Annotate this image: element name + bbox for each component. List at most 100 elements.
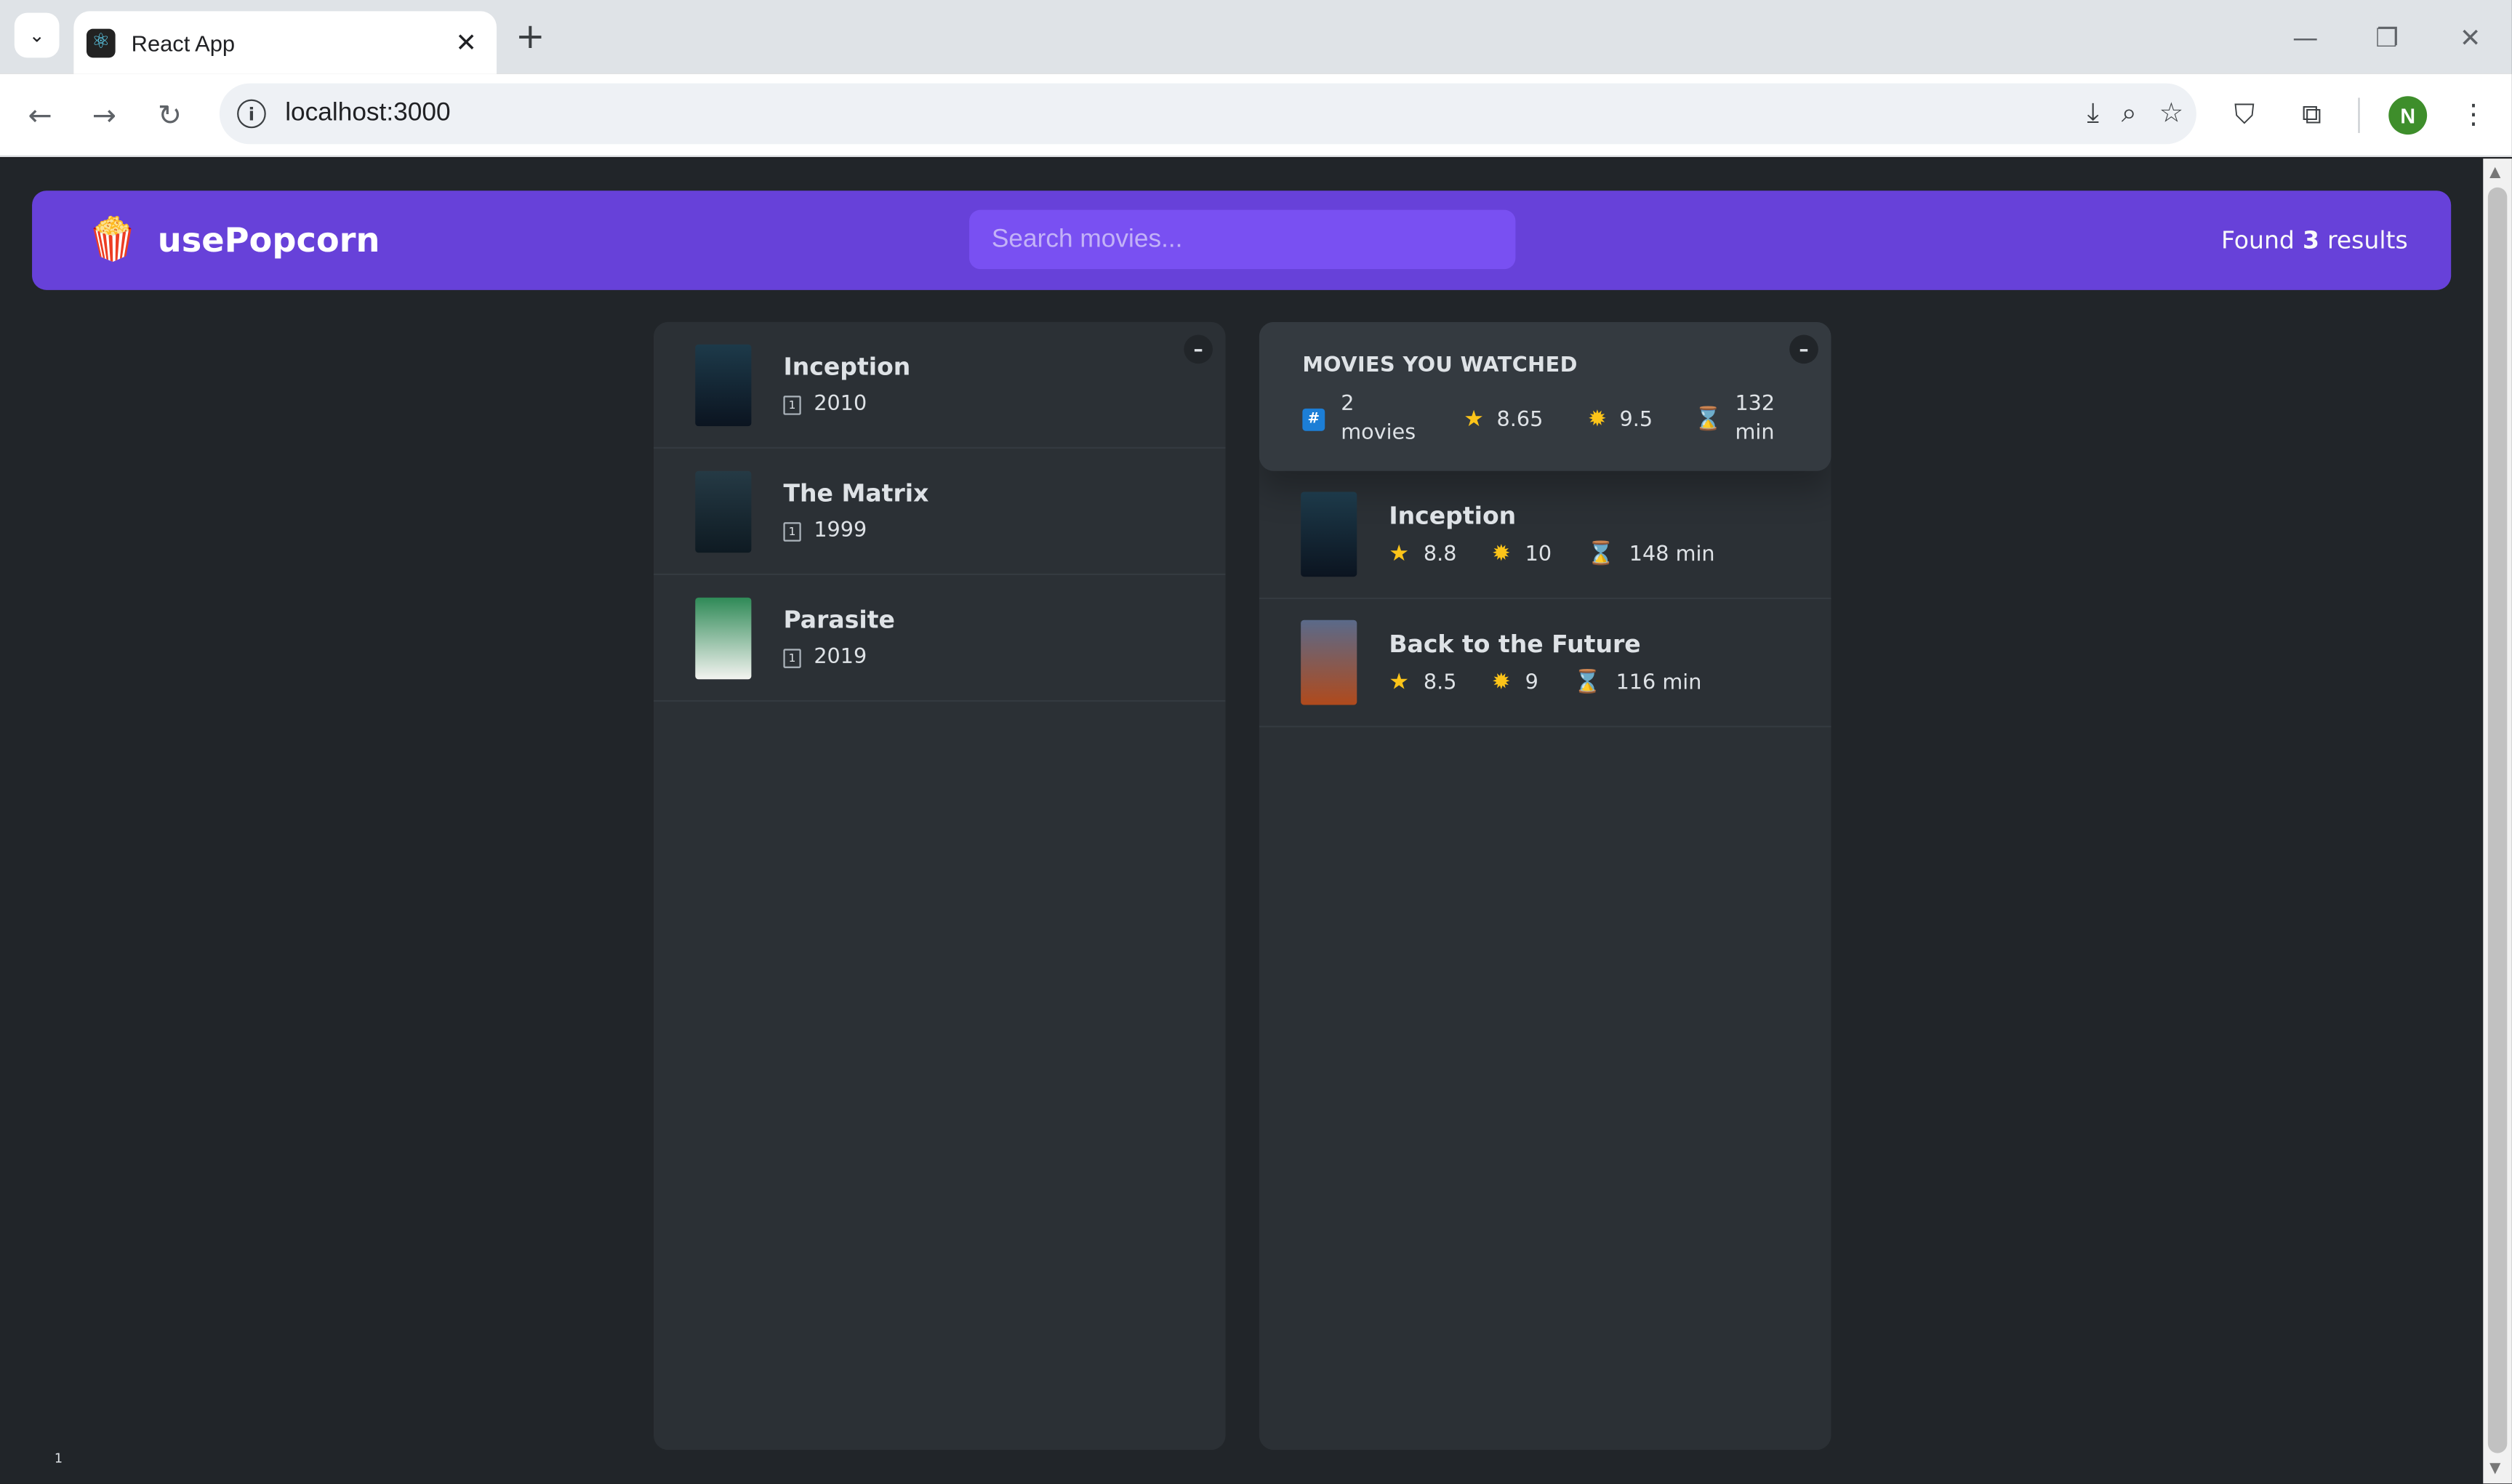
runtime: 116 min	[1616, 670, 1702, 695]
movie-list-box: – Inception 1 2010 The Matrix 1 1999 Parasite 1…	[653, 321, 1226, 1451]
corner-marker: 1	[54, 1451, 63, 1467]
hourglass-icon: ⌛	[1586, 541, 1615, 568]
watched-movie-stats: ★ 8.8 ✹ 10 ⌛ 148 min	[1389, 542, 1750, 567]
address-bar[interactable]: i localhost:3000 ⤓ ⌕ ☆	[219, 83, 2196, 145]
movie-poster	[695, 343, 752, 426]
movie-poster	[695, 470, 752, 553]
watched-list: Inception ★ 8.8 ✹ 10 ⌛ 148 min Back to the Futu…	[1259, 471, 1831, 728]
popcorn-icon: 🍿	[86, 216, 139, 265]
imdb-rating: 8.8	[1423, 542, 1457, 566]
hash-icon: #	[1302, 408, 1325, 431]
movie-year-row: 1 2010	[783, 393, 910, 417]
extensions-puzzle-icon[interactable]: ⧉	[2290, 93, 2335, 138]
movie-poster	[695, 596, 752, 679]
movie-year: 2010	[814, 392, 867, 417]
app-navbar: 🍿 usePopcorn Found 3 results	[32, 190, 2452, 290]
restore-icon[interactable]: ❐	[2350, 13, 2423, 61]
sun-icon: ✹	[1491, 541, 1511, 568]
movie-poster	[1301, 492, 1357, 577]
watched-movie-info: Inception ★ 8.8 ✹ 10 ⌛ 148 min	[1389, 502, 1750, 567]
tab-title: React App	[131, 29, 236, 56]
watched-movie-item[interactable]: Inception ★ 8.8 ✹ 10 ⌛ 148 min	[1259, 471, 1831, 600]
avg-user-rating: 9.5	[1619, 407, 1653, 432]
runtime: 148 min	[1629, 542, 1715, 566]
star-icon: ★	[1464, 406, 1484, 433]
new-tab-button[interactable]: +	[510, 16, 551, 57]
scroll-down-arrow-icon[interactable]: ▼	[2489, 1461, 2500, 1477]
back-arrow-icon[interactable]: ←	[17, 93, 63, 138]
collapse-movie-list-button[interactable]: –	[1184, 334, 1213, 364]
movie-list-item[interactable]: Inception 1 2010	[653, 322, 1226, 449]
page-content: 🍿 usePopcorn Found 3 results – Inception…	[0, 159, 2484, 1484]
movie-list-item[interactable]: Parasite 1 2019	[653, 575, 1226, 702]
shield-icon[interactable]: ⛉	[2222, 93, 2267, 138]
forward-arrow-icon[interactable]: →	[81, 93, 127, 138]
summary-stats: # 2 movies ★ 8.65 ✹ 9.5 ⌛ 132 min	[1302, 391, 1788, 449]
stat-runtime: ⌛ 148 min	[1587, 542, 1715, 567]
summary-title: MOVIES YOU WATCHED	[1302, 353, 1578, 379]
movie-title: Parasite	[783, 605, 895, 635]
close-tab-icon[interactable]: ✕	[449, 25, 483, 60]
watched-box: – MOVIES YOU WATCHED # 2 movies ★ 8.65 ✹ …	[1259, 321, 1831, 1451]
bookmark-star-icon[interactable]: ☆	[2159, 97, 2184, 129]
watched-movie-title: Back to the Future	[1389, 629, 1641, 659]
browser-tab[interactable]: ⚛ React App ✕	[73, 11, 497, 74]
movie-info: Parasite 1 2019	[783, 605, 895, 670]
scroll-thumb[interactable]	[2487, 187, 2508, 1453]
site-info-icon[interactable]: i	[237, 99, 266, 129]
avg-runtime: 132	[1735, 392, 1775, 417]
close-window-icon[interactable]: ✕	[2433, 13, 2507, 61]
browser-toolbar: ← → ↻ i localhost:3000 ⤓ ⌕ ☆ ⛉ ⧉ N ⋮	[0, 73, 2512, 157]
stat-count: # 2 movies	[1302, 391, 1416, 449]
movie-list-item[interactable]: The Matrix 1 1999	[653, 449, 1226, 576]
results-prefix: Found	[2220, 225, 2295, 255]
stat-runtime: ⌛ 116 min	[1573, 670, 1701, 695]
profile-avatar[interactable]: N	[2388, 96, 2428, 135]
movie-year: 2019	[814, 645, 867, 670]
zoom-icon[interactable]: ⌕	[2122, 97, 2137, 129]
page-scrollbar[interactable]: ▲ ▼	[2483, 159, 2512, 1484]
more-menu-icon[interactable]: ⋮	[2451, 93, 2496, 138]
movie-info: The Matrix 1 1999	[783, 479, 928, 543]
scroll-up-arrow-icon[interactable]: ▲	[2489, 165, 2500, 181]
stat-user-rating: ✹ 9	[1492, 670, 1538, 695]
watched-movie-stats: ★ 8.5 ✹ 9 ⌛ 116 min	[1389, 670, 1737, 695]
movie-title: Inception	[783, 352, 911, 382]
collapse-watched-button[interactable]: –	[1789, 334, 1818, 364]
user-rating: 9	[1525, 670, 1538, 695]
stat-imdb: ★ 8.65	[1464, 407, 1543, 433]
stat-runtime: ⌛ 132 min	[1694, 391, 1775, 449]
toolbar-divider	[2358, 97, 2360, 133]
search-input[interactable]	[969, 209, 1516, 270]
minimize-icon[interactable]: —	[2268, 13, 2342, 61]
stat-imdb-rating: ★ 8.8	[1389, 542, 1456, 567]
react-icon: ⚛	[86, 28, 116, 57]
stat-runtime-text: 132 min	[1735, 391, 1775, 449]
watched-movie-info: Back to the Future ★ 8.5 ✹ 9 ⌛ 116 min	[1389, 630, 1737, 695]
star-icon: ★	[1389, 670, 1410, 696]
stat-user-rating: ✹ 10	[1492, 542, 1552, 567]
watched-summary: MOVIES YOU WATCHED # 2 movies ★ 8.65 ✹ 9.…	[1259, 321, 1831, 471]
watched-movie-item[interactable]: Back to the Future ★ 8.5 ✹ 9 ⌛ 116 min	[1259, 599, 1831, 728]
browser-tab-strip: ⌄ ⚛ React App ✕ + — ❐ ✕	[0, 0, 2512, 74]
user-rating: 10	[1525, 542, 1552, 566]
movie-list: Inception 1 2010 The Matrix 1 1999 Parasite 1 20…	[653, 322, 1226, 702]
results-number: 3	[2302, 225, 2319, 255]
url-text[interactable]: localhost:3000	[285, 100, 450, 129]
watched-movie-title: Inception	[1389, 501, 1517, 531]
movie-year-row: 1 1999	[783, 519, 928, 543]
calendar-icon: 1	[783, 648, 801, 667]
tab-search-chevron-icon[interactable]: ⌄	[14, 12, 60, 58]
results-suffix: results	[2327, 225, 2408, 255]
watched-count-unit: movies	[1341, 421, 1416, 446]
movie-year-row: 1 2019	[783, 646, 894, 670]
movie-title: The Matrix	[783, 478, 929, 508]
movie-year: 1999	[814, 518, 867, 543]
stat-count-text: 2 movies	[1341, 391, 1416, 449]
install-app-icon[interactable]: ⤓	[2087, 97, 2099, 129]
runtime-unit: min	[1735, 421, 1775, 446]
logo-text: usePopcorn	[157, 221, 380, 260]
reload-icon[interactable]: ↻	[148, 93, 193, 138]
stat-imdb-rating: ★ 8.5	[1389, 670, 1456, 695]
hourglass-icon: ⌛	[1694, 406, 1722, 433]
